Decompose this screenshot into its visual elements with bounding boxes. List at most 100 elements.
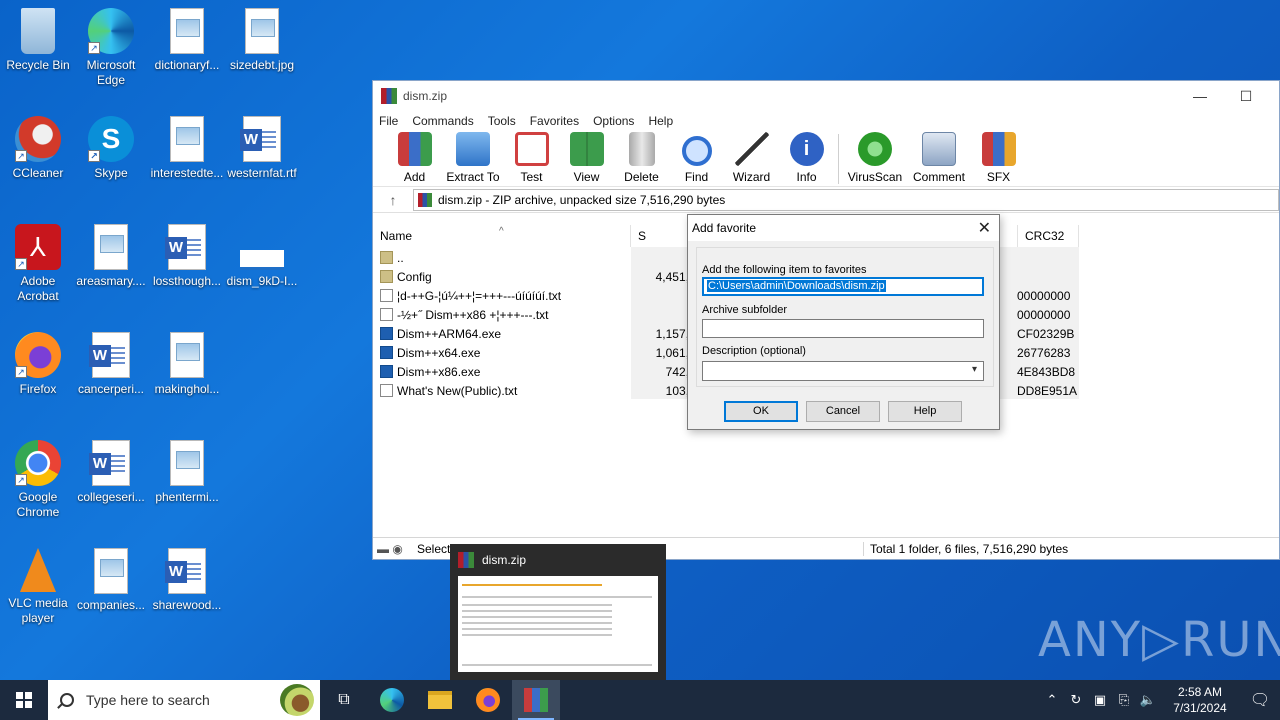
desktop-icon-file[interactable]: dictionaryf... xyxy=(149,8,225,73)
search-box[interactable]: Type here to search xyxy=(48,680,320,720)
icon-label: Skype xyxy=(94,166,128,180)
desktop-icon-file[interactable]: W westernfat.rtf xyxy=(224,116,300,181)
toolbar-label: Add xyxy=(403,170,426,184)
icon-label: Microsoft Edge xyxy=(86,58,136,87)
menu-favorites[interactable]: Favorites xyxy=(530,114,579,128)
maximize-button[interactable]: ☐ xyxy=(1223,81,1269,111)
description-combo[interactable]: ▾ xyxy=(702,361,984,381)
info-button[interactable]: i Info xyxy=(779,132,834,186)
view-button[interactable]: View xyxy=(559,132,614,186)
archive-path[interactable]: dism.zip - ZIP archive, unpacked size 7,… xyxy=(413,188,1279,211)
desktop-icon-file[interactable]: W lossthough... xyxy=(149,224,225,289)
icon-label: companies... xyxy=(76,598,146,612)
desktop-icon-file[interactable]: sizedebt.jpg xyxy=(224,8,300,73)
comment-button[interactable]: Comment xyxy=(907,132,971,186)
desktop-icon-file[interactable]: makinghol... xyxy=(149,332,225,397)
help-button[interactable]: Help xyxy=(888,401,962,422)
drive-icon[interactable]: ▬ ◉ xyxy=(373,542,413,556)
add-archive-icon xyxy=(397,132,432,166)
chevron-down-icon[interactable]: ▾ xyxy=(972,364,977,375)
search-placeholder: Type here to search xyxy=(86,692,210,708)
desktop-icon-ccleaner[interactable]: ↗ CCleaner xyxy=(0,116,76,181)
device-icon[interactable]: ▣ xyxy=(1088,692,1112,708)
desktop-icon-file[interactable]: companies... xyxy=(73,548,149,613)
volume-icon[interactable]: 🔈 xyxy=(1136,692,1160,708)
virusscan-button[interactable]: VirusScan xyxy=(843,132,907,186)
menu-options[interactable]: Options xyxy=(593,114,634,128)
wizard-button[interactable]: Wizard xyxy=(724,132,779,186)
vlc-icon xyxy=(20,548,56,592)
start-button[interactable] xyxy=(0,680,48,720)
toolbar-label: SFX xyxy=(986,170,1011,184)
test-button[interactable]: Test xyxy=(504,132,559,186)
folder-icon xyxy=(428,691,452,709)
icon-label: makinghol... xyxy=(154,382,220,396)
desktop-icon-firefox[interactable]: ↗ Firefox xyxy=(0,332,76,397)
find-button[interactable]: Find xyxy=(669,136,724,186)
toolbar-label: Extract To xyxy=(446,170,500,184)
taskbar-thumbnail[interactable]: dism.zip xyxy=(450,544,666,680)
icon-label: westernfat.rtf xyxy=(227,166,297,180)
desktop-icon-recycle-bin[interactable]: Recycle Bin xyxy=(0,8,76,73)
clock-time: 2:58 AM xyxy=(1177,685,1223,699)
network-icon[interactable]: ⎘ xyxy=(1112,692,1136,708)
notification-icon[interactable]: 🗨 xyxy=(1240,690,1280,710)
menu-file[interactable]: File xyxy=(379,114,398,128)
word-document-icon: W xyxy=(89,440,130,486)
desktop-icon-skype[interactable]: S ↗ Skype xyxy=(73,116,149,181)
sfx-button[interactable]: SFX xyxy=(971,132,1026,186)
minimize-button[interactable]: — xyxy=(1177,81,1223,111)
dialog-title-bar[interactable]: Add favorite ✕ xyxy=(688,215,999,241)
column-crc32[interactable]: CRC32 xyxy=(1017,225,1079,247)
taskbar-firefox[interactable] xyxy=(464,680,512,720)
chevron-up-icon[interactable]: ⌃ xyxy=(1040,692,1064,708)
thumbnail-preview xyxy=(458,576,658,672)
add-favorite-dialog: Add favorite ✕ Add the following item to… xyxy=(687,214,1000,430)
up-arrow-icon[interactable]: ↑ xyxy=(373,192,413,208)
desktop-icon-file[interactable]: dism_9kD-I... xyxy=(224,224,300,289)
column-name[interactable]: Name ^ xyxy=(373,225,631,247)
image-file-icon xyxy=(170,332,204,378)
archive-subfolder-input[interactable] xyxy=(702,319,984,338)
taskbar-file-explorer[interactable] xyxy=(416,680,464,720)
exe-file-icon xyxy=(380,365,393,378)
winrar-icon xyxy=(458,552,474,568)
close-icon[interactable]: ✕ xyxy=(978,218,991,238)
winrar-icon xyxy=(524,688,548,712)
desktop-icon-file[interactable]: W collegeseri... xyxy=(73,440,149,505)
ok-button[interactable]: OK xyxy=(724,401,798,422)
sync-icon[interactable]: ↻ xyxy=(1064,692,1088,708)
desktop-icon-chrome[interactable]: ↗ Google Chrome xyxy=(0,440,76,520)
task-view-button[interactable]: ⧉ xyxy=(320,680,368,720)
add-button[interactable]: Add xyxy=(387,132,442,186)
clock[interactable]: 2:58 AM 7/31/2024 xyxy=(1160,684,1240,716)
window-title: dism.zip xyxy=(403,89,448,103)
column-size[interactable]: S xyxy=(631,225,691,247)
delete-button[interactable]: Delete xyxy=(614,132,669,186)
desktop-icon-file[interactable]: interestedte... xyxy=(149,116,225,181)
favorite-path-field[interactable]: C:\Users\admin\Downloads\dism.zip xyxy=(702,277,984,296)
desktop-icon-edge[interactable]: ↗ Microsoft Edge xyxy=(73,8,149,88)
menu-tools[interactable]: Tools xyxy=(488,114,516,128)
desktop-icon-vlc[interactable]: VLC media player xyxy=(0,548,76,626)
toolbar-label: Comment xyxy=(912,170,965,184)
extract-to-button[interactable]: Extract To xyxy=(442,132,504,186)
menu-commands[interactable]: Commands xyxy=(412,114,473,128)
windows-logo-icon xyxy=(16,692,32,708)
desktop-icon-file[interactable]: W sharewood... xyxy=(149,548,225,613)
cancel-button[interactable]: Cancel xyxy=(806,401,880,422)
taskbar-winrar[interactable] xyxy=(512,680,560,720)
trash-icon xyxy=(628,132,655,166)
desktop-icon-file[interactable]: areasmary.... xyxy=(73,224,149,289)
icon-label: areasmary.... xyxy=(76,274,146,288)
menu-help[interactable]: Help xyxy=(648,114,673,128)
chrome-icon: ↗ xyxy=(15,440,61,486)
desktop-icon-acrobat[interactable]: ⅄ ↗ Adobe Acrobat xyxy=(0,224,76,304)
desktop-icon-file[interactable]: W cancerperi... xyxy=(73,332,149,397)
image-file-icon xyxy=(170,116,204,162)
taskbar-edge[interactable] xyxy=(368,680,416,720)
address-bar: ↑ dism.zip - ZIP archive, unpacked size … xyxy=(373,187,1279,213)
exe-file-icon xyxy=(380,327,393,340)
title-bar[interactable]: dism.zip xyxy=(373,81,1279,111)
desktop-icon-file[interactable]: phentermi... xyxy=(149,440,225,505)
